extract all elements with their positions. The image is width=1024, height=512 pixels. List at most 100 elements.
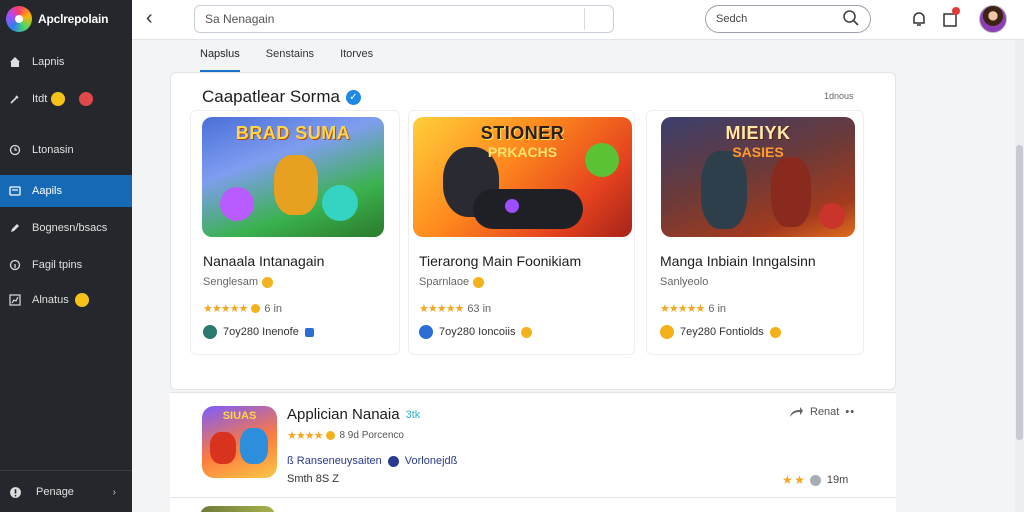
top-bar: ‹ Sa Nenagain Sedch [132,0,1024,40]
verified-icon: ✓ [345,89,361,105]
side-rating-text: 19m [826,474,849,486]
star-rating-icon: ★★★★★ [660,303,705,315]
tab-itorves[interactable]: Itorves [340,44,373,70]
list-title-text: Applician Nanaia [287,406,400,423]
sidebar-item-label: Alnatus [32,294,69,306]
tab-bar: Napslus Senstains Itorves [200,44,399,72]
chevron-right-icon: › [112,486,116,498]
avatar[interactable] [979,5,1007,33]
section-title: Caapatlear Sorma ✓ [202,87,361,107]
app-artwork[interactable]: STIONER PRKACHS [413,117,632,237]
share-button[interactable]: Renat •• [788,405,855,419]
app-meta: 7ey280 Fontiolds [660,325,781,339]
section-title-text: Caapatlear Sorma [202,87,340,106]
clock-icon [8,143,22,157]
art-title: BRAD SUMA [235,123,351,143]
status-dot-icon [809,474,821,486]
app-rating: ★★★★★ 6 in [203,302,283,316]
meta-text: 7oy280 Ioncoiis [439,326,516,338]
search-icon[interactable] [842,9,860,27]
list-side-rating: ★ ★ 19m [782,473,848,487]
profile-label: Penage [36,486,74,498]
tab-senstains[interactable]: Senstains [266,44,314,70]
bell-icon[interactable] [910,10,928,28]
share-label: Renat [810,406,840,418]
sidebar-item-label: Fagil tpins [32,259,83,271]
app-developer: Sparnlaoe [419,276,485,288]
sidebar-item-5[interactable]: Bognesn/bsacs [0,212,132,244]
sidebar-item-7[interactable]: Alnatus [0,284,132,316]
list-app-icon[interactable]: SIUAS [202,406,277,478]
star-rating-icon: ★ ★ [782,473,805,487]
sidebar-item-label: Ltonasin [32,144,74,156]
meta-extra-text: Vorlonejdß [404,455,458,467]
art-subtitle: PRKACHS [487,144,558,160]
list-title[interactable]: Applician Nanaia 3tk [287,406,420,423]
search-input[interactable]: Sa Nenagain [194,5,614,33]
notification-badge-icon [79,92,94,106]
sidebar-profile[interactable]: Penage › [0,478,132,506]
sidebar-item-6[interactable]: Fagil tpins [0,249,132,281]
next-app-icon [200,506,275,512]
developer-text: Sparnlaoe [419,276,470,288]
sidebar-item-4[interactable]: Aapils [0,175,132,207]
star-rating-icon: ★★★★★ [203,303,248,315]
app-name[interactable]: Manga Inbiain Inngalsinn [660,253,816,269]
notification-dot [952,7,960,15]
coin-icon [769,326,781,338]
app-artwork[interactable]: BRAD SUMA [202,117,384,237]
developer-text: Sanlyeolo [660,276,709,288]
title-badge: 3tk [405,408,421,421]
sidebar-divider [0,470,132,471]
search-divider [584,8,585,30]
rating-text: 6 in [708,302,727,315]
back-button[interactable]: ‹ [146,8,153,28]
sidebar-item-3[interactable]: Ltonasin [0,134,132,166]
info-icon [8,485,22,499]
list-meta: ß Ranseneuysaiten Vorlonejdß [287,455,457,467]
app-logo-icon [6,6,32,32]
scrollbar-thumb[interactable] [1016,145,1023,440]
app-rating: ★★★★★ 63 in [419,302,491,316]
brush-icon [8,92,22,106]
list-meta-secondary: Smth 8S Z [287,473,339,485]
home-icon [8,55,22,69]
category-icon [203,325,217,339]
app-artwork[interactable]: MIEIYK SASIES [661,117,855,237]
app-name[interactable]: Tierarong Main Foonikiam [419,253,581,269]
see-all-link[interactable]: 1dnous [824,91,854,101]
sidebar-item-label: Bognesn/bsacs [32,222,108,234]
app-name[interactable]: Nanaala Intanagain [203,253,324,269]
emoji-badge-icon [51,92,66,106]
chart-icon [8,293,22,307]
app-developer: Senglesam [203,276,274,288]
art-title: STIONER [480,123,565,143]
category-icon [660,325,674,339]
tag-icon [304,327,314,337]
more-icon[interactable]: •• [845,406,855,418]
next-list-item [170,498,896,512]
star-rating-icon: ★★★★★ [419,303,464,315]
sidebar-item-2[interactable]: Itdt [0,83,132,115]
sidebar-item-1[interactable]: Lapnis [0,46,132,78]
meta-text: 7oy280 Inenofe [223,326,299,338]
app-meta: 7oy280 Inenofe [203,325,314,339]
app-name: Apclrepolain [38,12,109,26]
share-icon [790,407,803,417]
art-title: MIEIYK [725,123,791,143]
brand[interactable]: Apclrepolain [0,0,132,38]
rating-text: 8 9d Porcenco [339,430,404,441]
app-meta: 7oy280 Ioncoiis [419,325,533,339]
developer-text: Senglesam [203,276,259,288]
rating-text: 6 in [264,302,283,315]
apps-icon [8,184,22,198]
category-icon [419,325,433,339]
tab-napslus[interactable]: Napslus [200,44,240,72]
coin-icon [251,304,261,313]
pencil-icon [8,221,22,235]
category-icon [387,455,399,467]
sidebar-item-label: Itdt [32,93,48,105]
app-rating: ★★★★★ 6 in [660,302,727,316]
sidebar-item-label: Aapils [32,185,62,197]
star-rating-icon: ★★★★ [287,430,323,442]
